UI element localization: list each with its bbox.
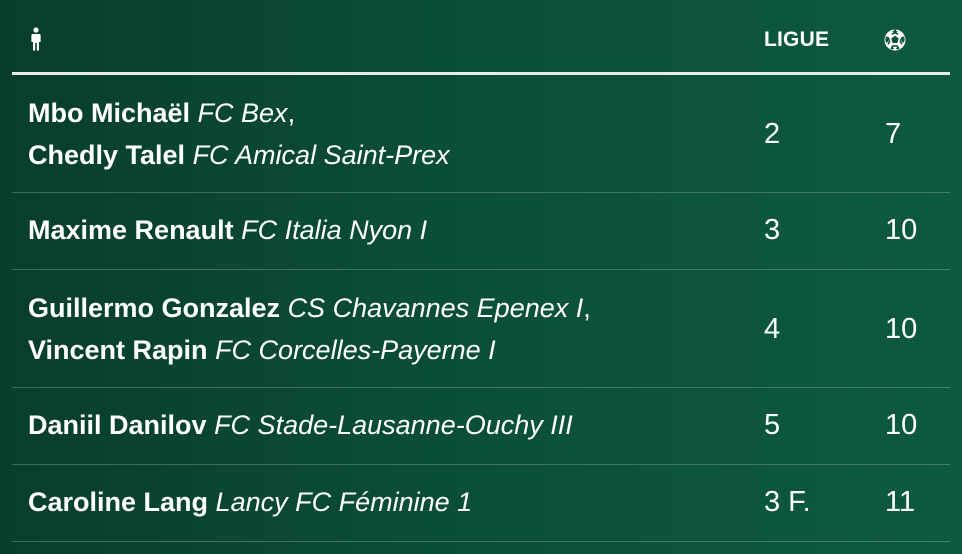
player-name: Vincent Rapin	[28, 335, 208, 365]
player-line: Caroline Lang Lancy FC Féminine 1	[28, 481, 472, 523]
goals-value: 10	[885, 313, 918, 345]
table-row: Daniil Danilov FC Stade-Lausanne-Ouchy I…	[12, 388, 950, 465]
ligue-value: 2	[764, 118, 781, 150]
players-cell: Guillermo Gonzalez CS Chavannes Epenex I…	[28, 287, 591, 371]
club-name: CS Chavannes Epenex I	[287, 293, 584, 323]
player-name: Daniil Danilov	[28, 410, 207, 440]
players-cell: Maxime Renault FC Italia Nyon I	[28, 209, 427, 251]
player-line: Guillermo Gonzalez CS Chavannes Epenex I…	[28, 287, 591, 329]
player-name: Chedly Talel	[28, 140, 186, 170]
player-line: Mbo Michaël FC Bex,	[28, 92, 450, 134]
club-name: FC Stade-Lausanne-Ouchy III	[214, 410, 573, 440]
person-icon	[31, 27, 41, 51]
table-header: LIGUE	[12, 0, 950, 75]
ligue-value: 4	[764, 313, 781, 345]
scorers-table: LIGUE Mbo Michaël FC Bex, Chedly Talel F…	[12, 0, 950, 542]
ligue-value: 3	[764, 214, 781, 246]
club-name: FC Bex	[197, 98, 288, 128]
goals-value: 7	[885, 118, 902, 150]
player-line: Maxime Renault FC Italia Nyon I	[28, 209, 427, 251]
player-name: Maxime Renault	[28, 215, 234, 245]
column-header-ligue: LIGUE	[764, 28, 830, 51]
club-name: FC Amical Saint-Prex	[192, 140, 450, 170]
separator: ,	[287, 98, 296, 128]
table-row: Mbo Michaël FC Bex, Chedly Talel FC Amic…	[12, 75, 950, 193]
separator: ,	[583, 293, 591, 323]
goals-value: 10	[885, 409, 918, 441]
club-name: FC Italia Nyon I	[241, 215, 428, 245]
ligue-value: 5	[764, 409, 781, 441]
soccer-ball-icon	[884, 29, 906, 51]
ligue-value: 3 F.	[764, 486, 811, 518]
players-cell: Daniil Danilov FC Stade-Lausanne-Ouchy I…	[28, 404, 573, 446]
players-cell: Caroline Lang Lancy FC Féminine 1	[28, 481, 472, 523]
table-row: Guillermo Gonzalez CS Chavannes Epenex I…	[12, 270, 950, 388]
table-row: Caroline Lang Lancy FC Féminine 1 3 F. 1…	[12, 465, 950, 542]
player-name: Guillermo Gonzalez	[28, 293, 281, 323]
goals-value: 10	[885, 214, 918, 246]
club-name: Lancy FC Féminine 1	[215, 487, 473, 517]
player-name: Caroline Lang	[28, 487, 209, 517]
table-row: Maxime Renault FC Italia Nyon I 3 10	[12, 193, 950, 270]
player-name: Mbo Michaël	[28, 98, 191, 128]
goals-value: 11	[885, 486, 916, 518]
player-line: Daniil Danilov FC Stade-Lausanne-Ouchy I…	[28, 404, 573, 446]
player-line: Vincent Rapin FC Corcelles-Payerne I	[28, 329, 591, 371]
players-cell: Mbo Michaël FC Bex, Chedly Talel FC Amic…	[28, 92, 450, 176]
club-name: FC Corcelles-Payerne I	[215, 335, 496, 365]
player-line: Chedly Talel FC Amical Saint-Prex	[28, 134, 450, 176]
